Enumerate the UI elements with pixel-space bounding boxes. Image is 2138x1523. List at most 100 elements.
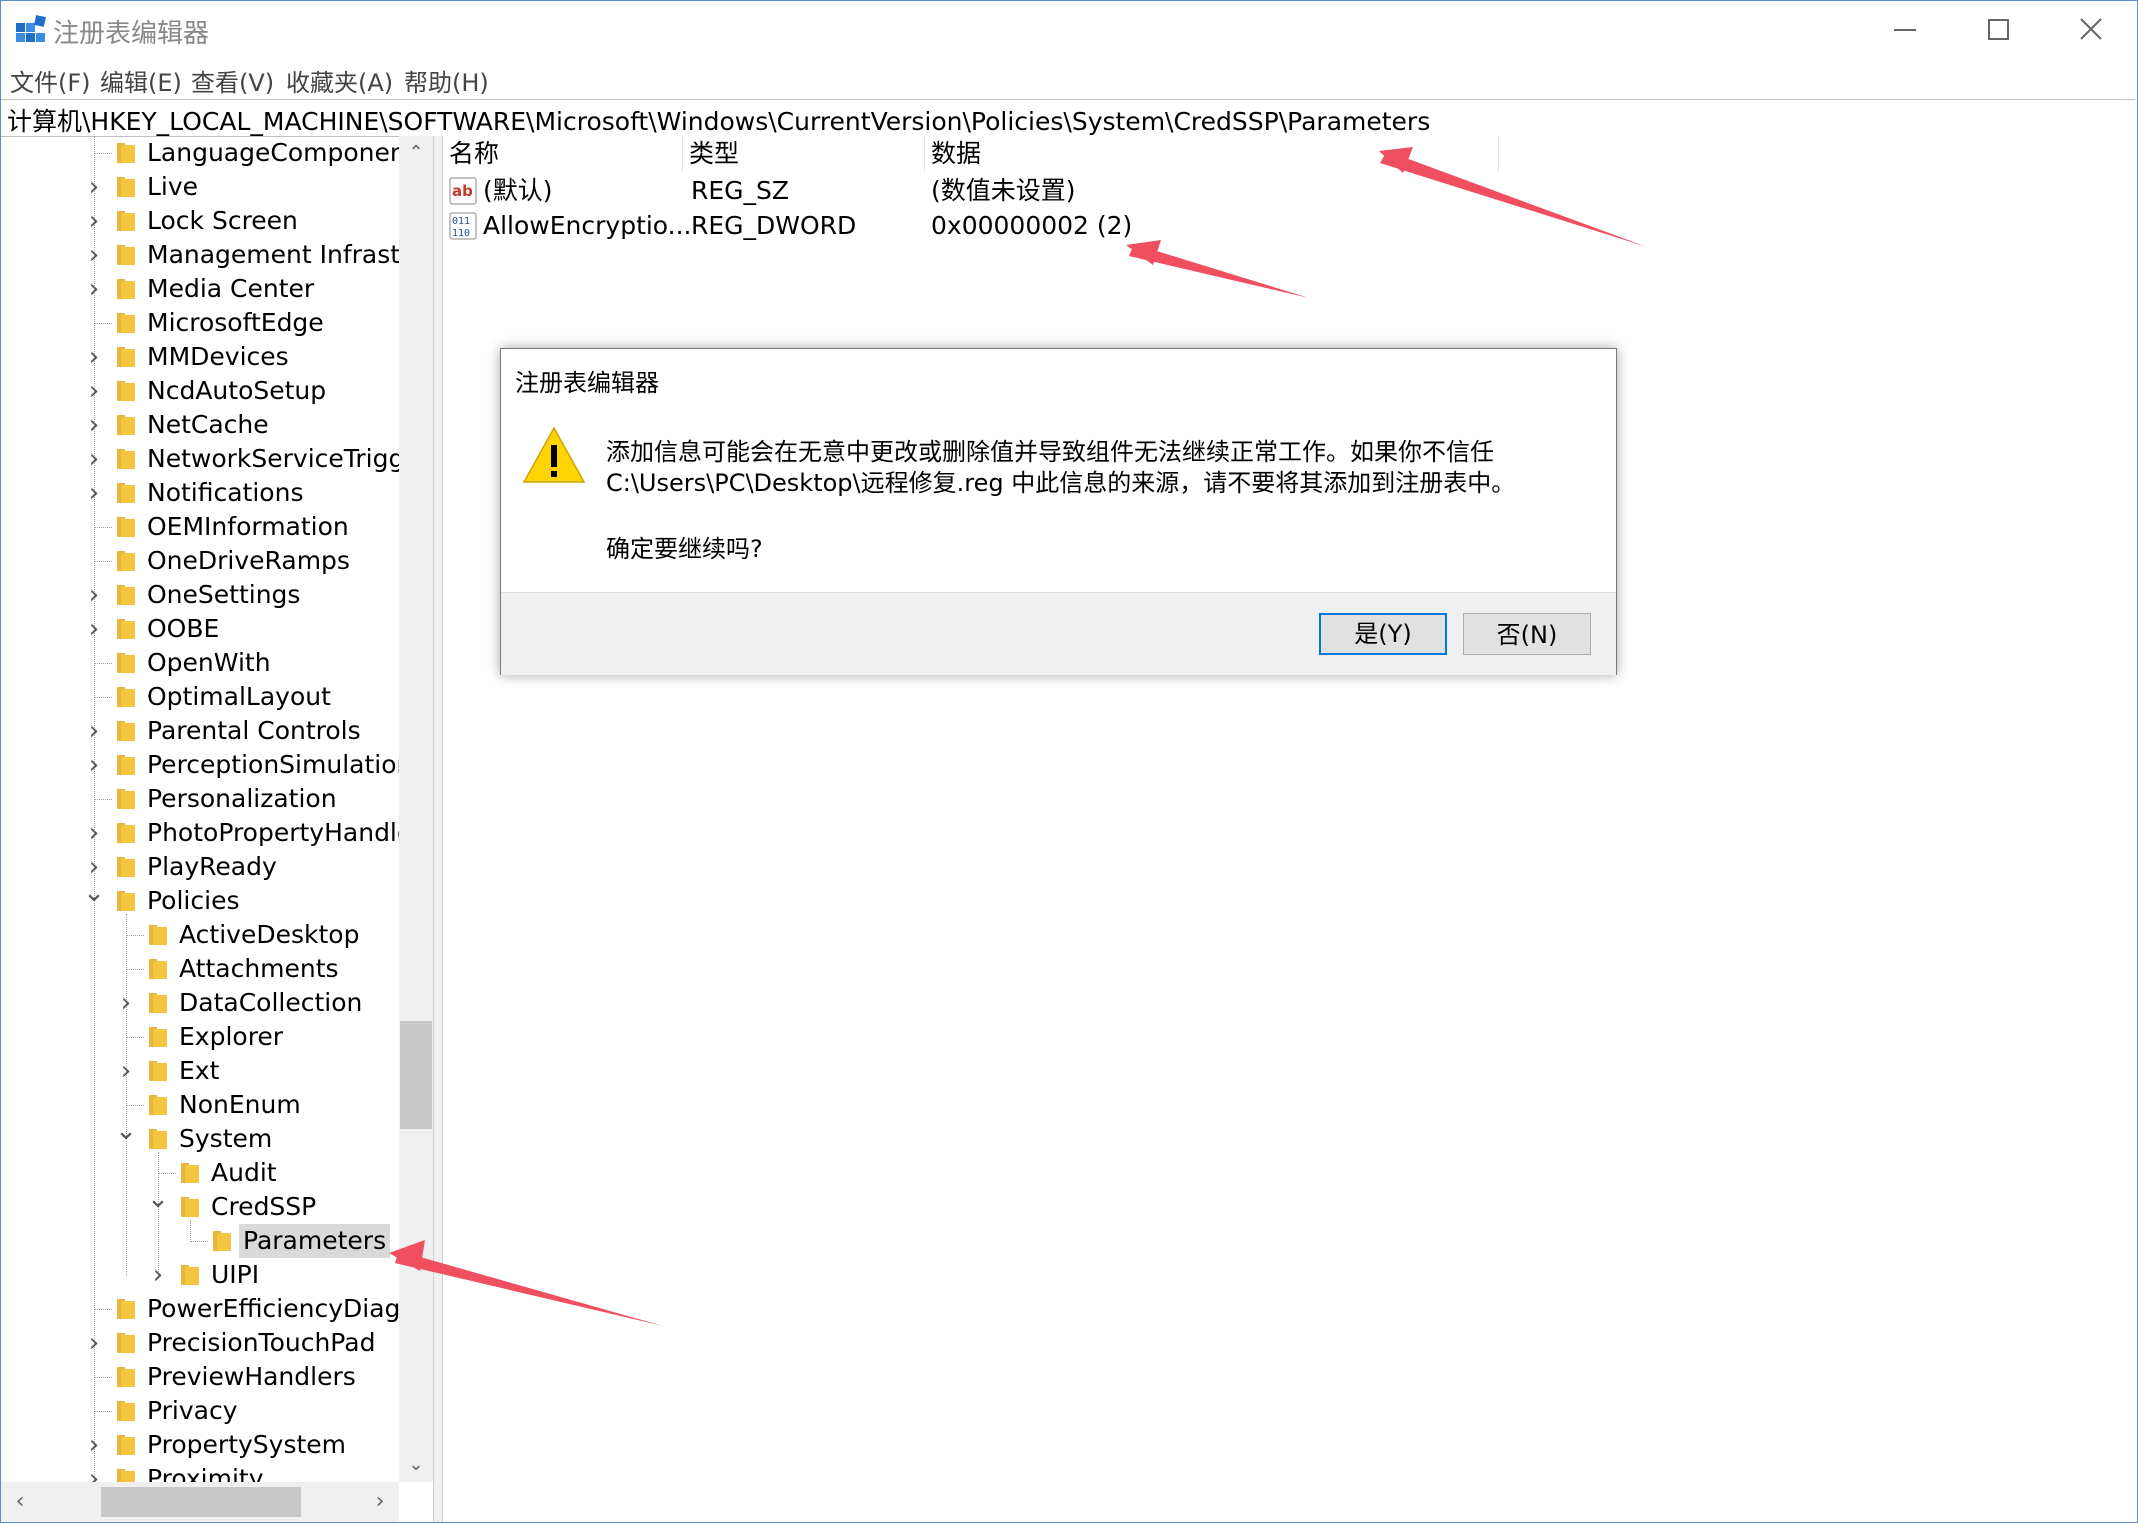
- tree-node[interactable]: ⌄ CredSSP: [1, 1184, 399, 1224]
- tree-node-label: Explorer: [179, 1022, 284, 1051]
- tree-node[interactable]: PowerEfficiencyDiagnostics: [1, 1292, 433, 1326]
- scroll-down-arrow[interactable]: ⌄: [399, 1448, 433, 1482]
- chevron-right-icon[interactable]: ›: [147, 1260, 169, 1290]
- folder-icon: [149, 1129, 167, 1149]
- tree-node[interactable]: OneDriveRamps: [1, 544, 399, 578]
- tree-node[interactable]: OEMInformation: [1, 510, 399, 544]
- tree-node[interactable]: Privacy: [1, 1394, 399, 1428]
- value-type: REG_SZ: [691, 176, 790, 205]
- chevron-right-icon[interactable]: ›: [83, 240, 105, 270]
- chevron-right-icon[interactable]: ›: [83, 172, 105, 202]
- chevron-down-icon[interactable]: ⌄: [83, 878, 105, 908]
- address-path[interactable]: 计算机\HKEY_LOCAL_MACHINE\SOFTWARE\Microsof…: [7, 102, 1430, 138]
- tree-node-label: MicrosoftEdge: [147, 308, 324, 337]
- maximize-button[interactable]: [1953, 1, 2045, 59]
- tree-node[interactable]: › Lock Screen: [1, 204, 399, 238]
- close-button[interactable]: [2045, 1, 2137, 59]
- chevron-right-icon[interactable]: ›: [83, 376, 105, 406]
- tree-node[interactable]: ActiveDesktop: [1, 918, 399, 952]
- chevron-right-icon[interactable]: ›: [115, 988, 137, 1018]
- tree-node[interactable]: NonEnum: [1, 1088, 399, 1122]
- chevron-right-icon[interactable]: ›: [83, 274, 105, 304]
- chevron-right-icon[interactable]: ›: [83, 1328, 105, 1358]
- menu-help[interactable]: 帮助(H): [404, 63, 489, 98]
- minimize-button[interactable]: [1859, 1, 1951, 59]
- values-list: 名称 类型 数据 ab (默认) REG_SZ (数值未设置) 011 110 …: [443, 136, 2137, 1522]
- tree-node[interactable]: › Ext: [1, 1054, 399, 1088]
- chevron-right-icon[interactable]: ›: [83, 580, 105, 610]
- tree-node[interactable]: Attachments: [1, 952, 399, 986]
- tree-node[interactable]: › PropertySystem: [1, 1428, 399, 1462]
- menu-edit[interactable]: 编辑(E): [100, 63, 182, 98]
- scroll-up-arrow[interactable]: ⌃: [399, 136, 433, 170]
- chevron-right-icon[interactable]: ›: [83, 1430, 105, 1460]
- chevron-right-icon[interactable]: ›: [83, 444, 105, 474]
- tree-node[interactable]: › OOBE: [1, 612, 399, 646]
- tree-node[interactable]: Parameters: [1, 1224, 399, 1258]
- chevron-right-icon[interactable]: ›: [83, 716, 105, 746]
- tree-node[interactable]: ⌄ Policies: [1, 878, 399, 918]
- tree-node-label: PrecisionTouchPad: [147, 1328, 376, 1357]
- chevron-right-icon[interactable]: ›: [83, 410, 105, 440]
- menu-view[interactable]: 查看(V): [191, 63, 274, 98]
- no-button[interactable]: 否(N): [1463, 613, 1591, 655]
- menu-favorites[interactable]: 收藏夹(A): [286, 63, 393, 98]
- chevron-right-icon[interactable]: ›: [83, 614, 105, 644]
- folder-icon: [149, 959, 167, 979]
- tree-node[interactable]: › NcdAutoSetup: [1, 374, 399, 408]
- tree-node[interactable]: ⌄ System: [1, 1116, 399, 1156]
- yes-button[interactable]: 是(Y): [1319, 613, 1447, 655]
- regedit-app-icon: [16, 15, 46, 42]
- menu-file[interactable]: 文件(F): [10, 63, 91, 98]
- tree-node[interactable]: LanguageComponents: [1, 136, 429, 170]
- chevron-right-icon[interactable]: ›: [83, 206, 105, 236]
- tree-node[interactable]: › PlayReady: [1, 850, 399, 884]
- tree-node[interactable]: PreviewHandlers: [1, 1360, 399, 1394]
- tree-node[interactable]: OptimalLayout: [1, 680, 399, 714]
- chevron-down-icon[interactable]: ⌄: [147, 1184, 169, 1214]
- chevron-right-icon[interactable]: ›: [83, 750, 105, 780]
- chevron-right-icon[interactable]: ›: [115, 1056, 137, 1086]
- tree-node[interactable]: Personalization: [1, 782, 399, 816]
- tree-node[interactable]: Explorer: [1, 1020, 399, 1054]
- tree-node[interactable]: › OneSettings: [1, 578, 399, 612]
- tree-node[interactable]: Audit: [1, 1156, 399, 1190]
- column-data-header[interactable]: 数据: [925, 136, 1499, 172]
- value-row[interactable]: ab (默认) REG_SZ (数值未设置): [443, 174, 2137, 208]
- tree-node-label: UIPI: [211, 1260, 260, 1289]
- value-row[interactable]: 011 110 AllowEncryptio... REG_DWORD 0x00…: [443, 209, 2137, 243]
- tree-horizontal-scrollbar[interactable]: ‹ ›: [1, 1482, 399, 1522]
- tree-node[interactable]: › NetCache: [1, 408, 399, 442]
- tree-node[interactable]: › Parental Controls: [1, 714, 399, 748]
- tree-node[interactable]: › PhotoPropertyHandler: [1, 816, 423, 850]
- tree-vertical-scrollbar[interactable]: ⌃ ⌄: [399, 136, 433, 1482]
- tree-node[interactable]: › Notifications: [1, 476, 399, 510]
- chevron-right-icon[interactable]: ›: [83, 342, 105, 372]
- scrollbar-thumb[interactable]: [400, 1021, 432, 1129]
- tree-node[interactable]: › PerceptionSimulationExtensions: [1, 748, 433, 782]
- tree-node[interactable]: › MMDevices: [1, 340, 399, 374]
- tree-node-label: Attachments: [179, 954, 339, 983]
- tree-node[interactable]: › DataCollection: [1, 986, 399, 1020]
- chevron-right-icon[interactable]: ›: [83, 478, 105, 508]
- tree-node[interactable]: › PrecisionTouchPad: [1, 1326, 399, 1360]
- scroll-right-arrow[interactable]: ›: [365, 1482, 395, 1522]
- column-type-header[interactable]: 类型: [683, 136, 925, 172]
- address-bar[interactable]: 计算机\HKEY_LOCAL_MACHINE\SOFTWARE\Microsof…: [1, 99, 2135, 137]
- tree-node[interactable]: › NetworkServiceTriggers: [1, 442, 433, 476]
- tree-node[interactable]: OpenWith: [1, 646, 399, 680]
- column-name-header[interactable]: 名称: [443, 136, 683, 172]
- tree-node[interactable]: › Live: [1, 170, 399, 204]
- tree-node-label: Personalization: [147, 784, 337, 813]
- chevron-down-icon[interactable]: ⌄: [115, 1116, 137, 1146]
- tree-node[interactable]: › Management Infrastructure: [1, 238, 433, 272]
- tree-node[interactable]: › UIPI: [1, 1258, 399, 1292]
- scroll-left-arrow[interactable]: ‹: [5, 1482, 35, 1522]
- pane-splitter[interactable]: [433, 136, 443, 1522]
- scrollbar-thumb[interactable]: [101, 1487, 301, 1517]
- folder-icon: [117, 449, 135, 469]
- tree-node[interactable]: MicrosoftEdge: [1, 306, 399, 340]
- chevron-right-icon[interactable]: ›: [83, 818, 105, 848]
- tree-node-label: Management Infrastructure: [147, 240, 433, 269]
- tree-node[interactable]: › Media Center: [1, 272, 399, 306]
